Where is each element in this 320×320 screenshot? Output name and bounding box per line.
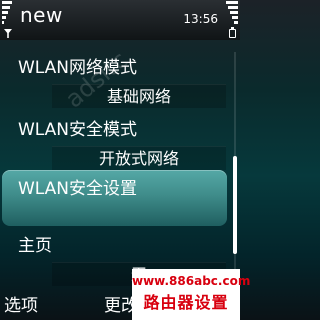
watermark-name: 路由器设置	[143, 293, 229, 312]
page-title: new	[20, 3, 63, 27]
battery-icon	[229, 27, 236, 38]
setting-wlan-security-settings[interactable]: WLAN安全设置	[0, 170, 228, 230]
watermark-banner: www.886abc.com 路由器设置	[132, 269, 251, 320]
antenna-icon	[4, 29, 12, 38]
options-softkey[interactable]: 选项	[4, 295, 38, 317]
setting-label: 主页	[18, 236, 52, 256]
setting-label: WLAN安全设置	[18, 179, 138, 199]
setting-label: WLAN安全模式	[18, 120, 138, 140]
scrollbar[interactable]	[232, 52, 238, 284]
signal-strength-icon	[2, 1, 12, 25]
watermark-url: www.886abc.com	[132, 274, 251, 288]
setting-wlan-security-mode[interactable]: WLAN安全模式 开放式网络	[0, 114, 228, 174]
clock: 13:56	[183, 12, 218, 26]
title-bar: new 13:56	[0, 0, 240, 40]
battery-level-icon	[226, 1, 238, 27]
setting-value: 开放式网络	[52, 146, 226, 170]
scrollbar-thumb[interactable]	[233, 156, 237, 254]
